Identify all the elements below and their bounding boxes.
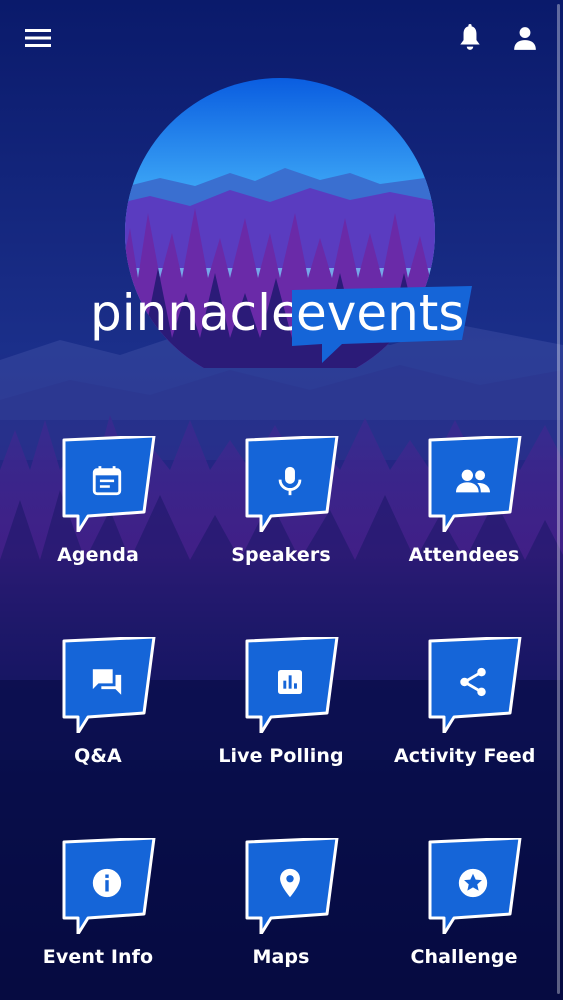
chat-bubbles-icon: [92, 669, 122, 695]
brand-name-part1: pinnacle: [90, 284, 302, 342]
star-badge-icon: [458, 868, 488, 898]
tile-label: Speakers: [231, 544, 331, 566]
tile-agenda[interactable]: Agenda: [28, 436, 168, 586]
tile-qa[interactable]: Q&A: [28, 637, 168, 787]
tile-speakers[interactable]: Speakers: [211, 436, 351, 586]
tile-label: Event Info: [42, 946, 154, 968]
tile-challenge[interactable]: Challenge: [394, 838, 534, 988]
bell-icon: [460, 24, 480, 50]
share-icon: [460, 667, 486, 697]
scrollbar[interactable]: [557, 4, 560, 994]
bar-chart-icon: [278, 670, 302, 694]
calendar-icon: [92, 466, 122, 496]
info-icon: [92, 868, 122, 898]
people-icon: [456, 469, 490, 493]
map-pin-icon: [280, 868, 300, 898]
tile-maps[interactable]: Maps: [211, 838, 351, 988]
tile-label: Attendees: [408, 544, 520, 566]
top-bar: [0, 0, 563, 80]
tile-label: Live Polling: [218, 745, 344, 767]
tile-event-info[interactable]: Event Info: [28, 838, 168, 988]
brand-name-part2: events: [296, 284, 464, 342]
tile-activity-feed[interactable]: Activity Feed: [394, 637, 536, 787]
notifications-button[interactable]: [450, 18, 490, 58]
profile-button[interactable]: [505, 18, 545, 58]
tile-label: Challenge: [410, 946, 518, 968]
hamburger-menu-icon: [25, 29, 51, 47]
tile-label: Maps: [252, 946, 310, 968]
microphone-icon: [278, 466, 302, 496]
pinnacle-events-logo: pinnacle events: [90, 78, 472, 368]
tile-label: Activity Feed: [394, 745, 536, 767]
person-icon: [514, 27, 536, 50]
tile-attendees[interactable]: Attendees: [394, 436, 534, 586]
tile-label: Agenda: [57, 544, 139, 566]
tile-label: Q&A: [74, 745, 122, 767]
menu-button[interactable]: [18, 18, 58, 58]
tile-live-polling[interactable]: Live Polling: [211, 637, 351, 787]
